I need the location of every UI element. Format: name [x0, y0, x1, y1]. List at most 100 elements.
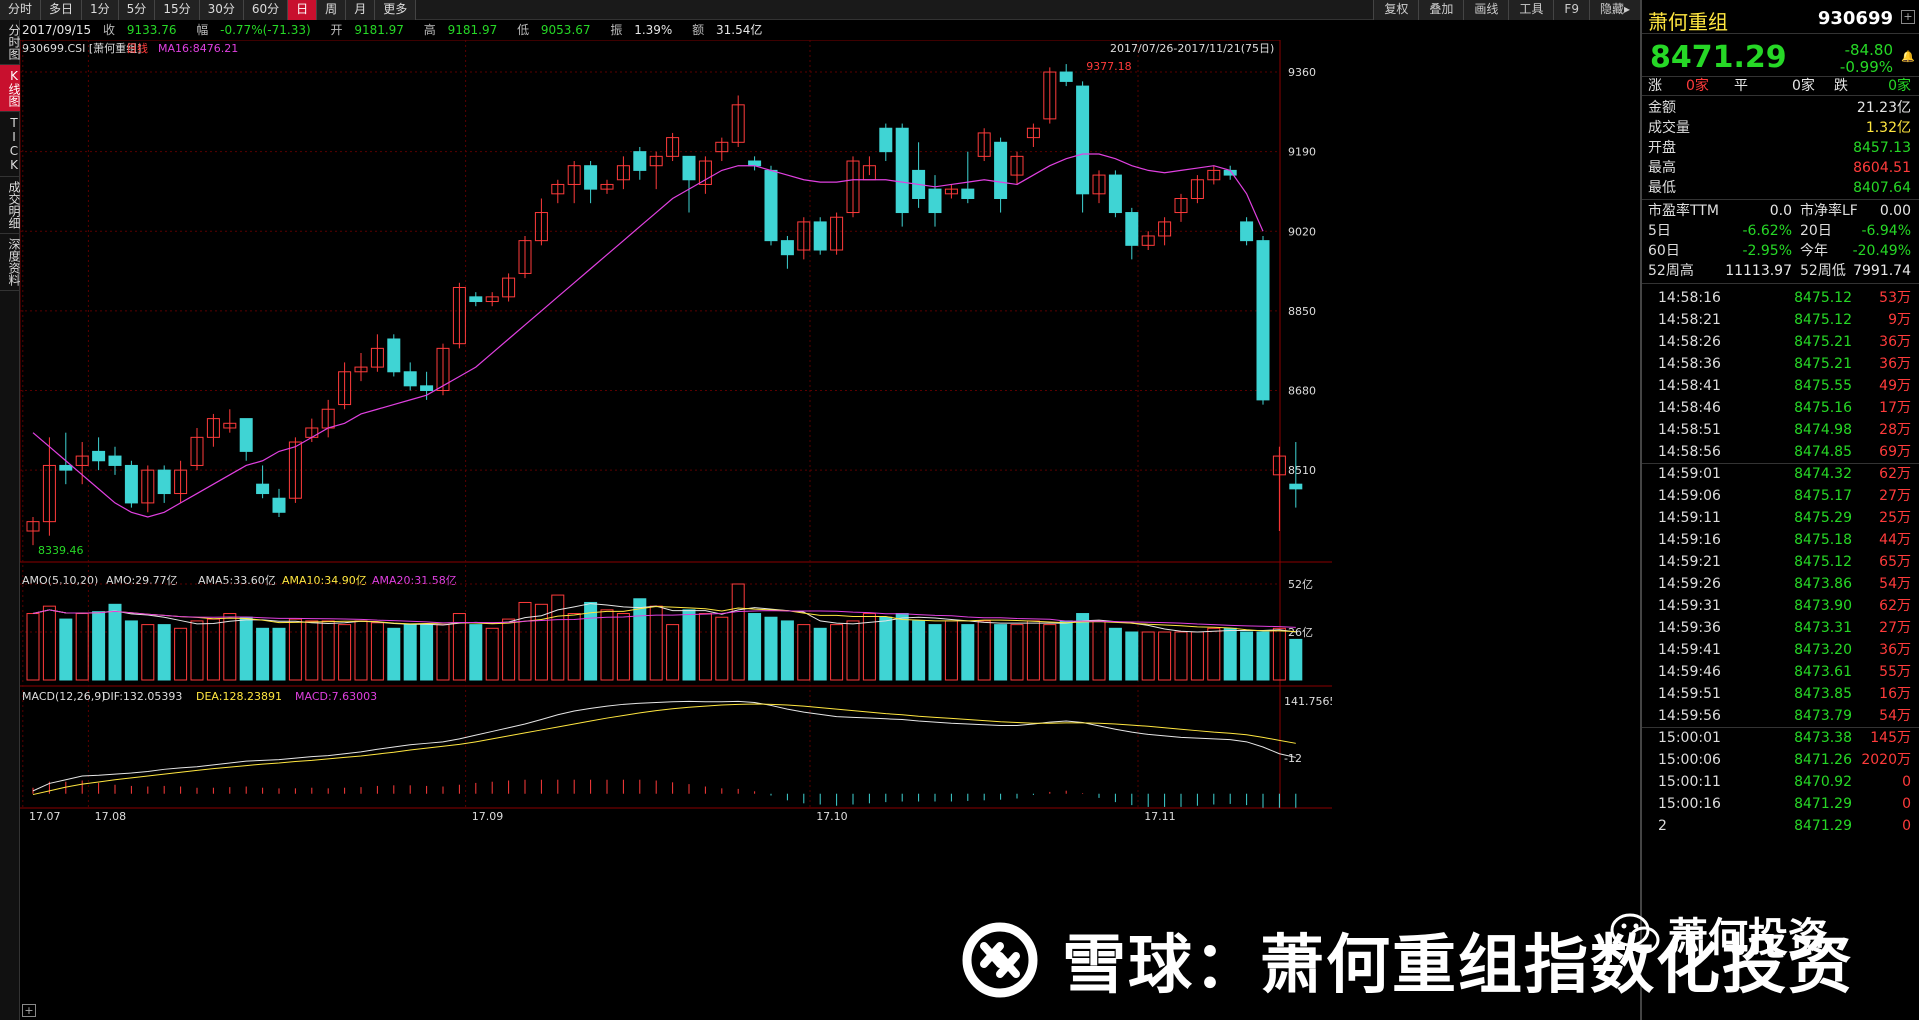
tick-time: 15:00:01: [1658, 730, 1721, 746]
tick-price: 8470.92: [1794, 774, 1852, 790]
view-tab-4[interactable]: 深度资料: [0, 234, 21, 291]
candle-body: [1059, 71, 1073, 82]
period-tab-1[interactable]: 多日: [41, 0, 83, 20]
stat-value: 8604.51: [1853, 160, 1911, 176]
tool-button-2[interactable]: 画线: [1463, 0, 1509, 20]
tick-price: 8473.20: [1794, 642, 1852, 658]
quote-panel: 萧何重组 930699 + 8471.29 -84.80 -0.99% 🔔 涨 …: [1640, 0, 1919, 1020]
stat-pair-row: 市盈率TTM 0.0 市净率LF 0.00: [1642, 201, 1919, 221]
x-tick: 17.11: [1144, 810, 1176, 823]
kline-frame: [20, 40, 1281, 563]
stat-label: 60日: [1648, 243, 1680, 259]
tool-button-4[interactable]: F9: [1553, 0, 1589, 20]
flat-label: 平: [1734, 78, 1748, 94]
stat-value: -20.49%: [1852, 243, 1911, 259]
amo-bar: [206, 618, 220, 681]
amo-bar: [420, 624, 434, 681]
amo-bar: [584, 601, 598, 681]
tick-time: 14:58:16: [1658, 290, 1721, 306]
stat-value: 1.32亿: [1865, 120, 1911, 136]
alert-bell-icon[interactable]: 🔔: [1901, 50, 1915, 64]
tick-volume: 2020万: [1861, 752, 1911, 768]
amo-bar: [1026, 620, 1040, 681]
tool-button-1[interactable]: 叠加: [1418, 0, 1464, 20]
amo-bar: [1256, 631, 1270, 681]
candle-body: [928, 188, 942, 214]
amo-bar: [698, 613, 712, 681]
amo-bar: [1076, 613, 1090, 681]
period-tab-5[interactable]: 30分: [199, 0, 244, 20]
price-change-block: -84.80 -0.99%: [1840, 42, 1893, 76]
tick-time: 14:58:51: [1658, 422, 1721, 438]
view-tab-1[interactable]: K线图: [0, 65, 21, 112]
amo-bar: [354, 620, 368, 681]
amo-value: AMO:29.77亿: [106, 574, 178, 587]
amo-bar: [272, 627, 286, 681]
x-tick: 17.07: [29, 810, 61, 823]
high-marker: 9377.18: [1086, 60, 1132, 73]
tick-volume: 27万: [1879, 620, 1911, 636]
candle-body: [157, 469, 171, 495]
period-tab-8[interactable]: 周: [317, 0, 347, 20]
low-marker: 8339.46: [38, 544, 84, 557]
amo-bar: [649, 605, 663, 681]
amo-bar: [928, 624, 942, 681]
tick-row: 14:58:21 8475.12 9万: [1642, 309, 1919, 331]
amo-bar: [551, 594, 565, 681]
tool-button-5[interactable]: 隐藏▸: [1588, 0, 1640, 20]
tick-row: 15:00:01 8473.38 145万: [1642, 727, 1919, 749]
amo-bar: [748, 613, 762, 681]
stat-value: 21.23亿: [1856, 100, 1911, 116]
period-tab-6[interactable]: 60分: [243, 0, 289, 20]
period-tab-0[interactable]: 分时: [0, 0, 42, 20]
add-indicator-icon[interactable]: +: [22, 1004, 36, 1017]
amo-bar: [1289, 638, 1303, 681]
amo-bar: [1158, 631, 1172, 681]
tick-volume: 145万: [1870, 730, 1911, 746]
period-tab-3[interactable]: 5分: [118, 0, 156, 20]
kline-chart[interactable]: 930699.CSI [萧何重组]日线 MA16:8476.21 2017/07/2…: [20, 40, 1332, 1018]
info-open: 9181.97: [354, 23, 404, 37]
tick-row: 14:59:26 8473.86 54万: [1642, 573, 1919, 595]
tick-time: 14:59:56: [1658, 708, 1721, 724]
info-amount-label: 额: [692, 23, 705, 37]
tool-button-3[interactable]: 工具: [1508, 0, 1554, 20]
tick-time: 14:58:26: [1658, 334, 1721, 350]
info-amp: 1.39%: [634, 23, 673, 37]
toolbar-tools: 复权 叠加 画线 工具 F9 隐藏▸: [1373, 0, 1640, 20]
stat-value: 0.0: [1769, 203, 1792, 219]
candle-body: [239, 418, 253, 452]
stat-pair-row: 60日 -2.95% 今年 -20.49%: [1642, 241, 1919, 261]
price-change-pct: -0.99%: [1839, 58, 1893, 76]
view-tab-3[interactable]: 成交明细: [0, 177, 21, 234]
period-tab-9[interactable]: 月: [346, 0, 376, 20]
tick-volume: 27万: [1879, 488, 1911, 504]
amo-bar: [124, 620, 138, 681]
amo-tick: 26亿: [1288, 626, 1313, 639]
stat-value: 8457.13: [1853, 140, 1911, 156]
period-tab-7[interactable]: 日: [288, 0, 318, 20]
date-range: 2017/07/26-2017/11/21(75日): [1110, 42, 1274, 55]
candle-body: [387, 338, 401, 373]
candle-body: [994, 141, 1008, 199]
add-watchlist-icon[interactable]: +: [1901, 10, 1915, 24]
candle-body: [403, 371, 417, 387]
amo-bar: [108, 603, 122, 681]
x-tick: 17.08: [95, 810, 127, 823]
amo-bar: [370, 622, 384, 681]
period-tab-2[interactable]: 1分: [82, 0, 119, 20]
period-tab-10[interactable]: 更多: [375, 0, 417, 20]
tick-price: 8471.29: [1794, 818, 1852, 834]
amo-bar: [944, 620, 958, 681]
dif-line: [32, 700, 1296, 792]
candle-body: [1076, 85, 1090, 195]
period-tab-4[interactable]: 15分: [155, 0, 200, 20]
stat-label: 市净率LF: [1800, 203, 1858, 219]
amo-bar: [1043, 624, 1057, 681]
tool-button-0[interactable]: 复权: [1373, 0, 1419, 20]
view-tab-0[interactable]: 分时图: [0, 20, 21, 65]
candle-body: [1289, 483, 1303, 490]
amo-bar: [305, 620, 319, 681]
view-tab-2[interactable]: TICK: [0, 112, 21, 177]
amo-bar: [26, 613, 40, 681]
